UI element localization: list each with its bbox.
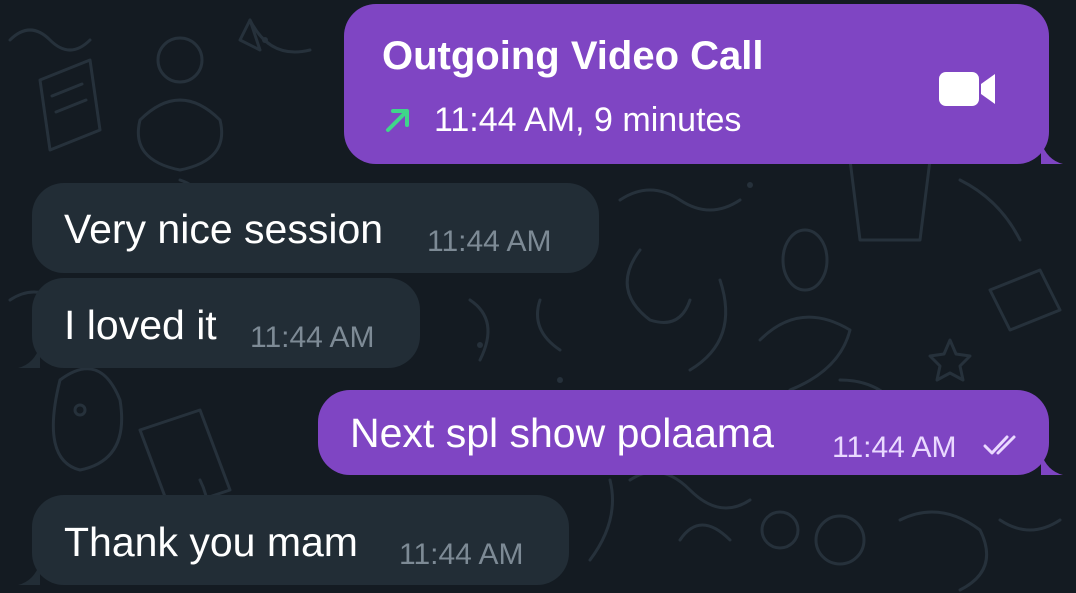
message-text: Thank you mam (64, 519, 358, 565)
call-meta: 11:44 AM, 9 minutes (434, 101, 742, 139)
bubble-tail (18, 346, 40, 368)
arrow-up-right-icon (386, 109, 409, 132)
message-text: I loved it (64, 302, 217, 348)
bubble-tail (1041, 142, 1063, 164)
video-camera-icon[interactable] (939, 70, 997, 108)
outgoing-call-bubble[interactable]: Outgoing Video Call 11:44 AM, 9 minutes (344, 4, 1063, 164)
message-time: 11:44 AM (427, 225, 552, 258)
message-text: Next spl show polaama (350, 410, 774, 456)
bubble-tail (18, 563, 40, 585)
double-check-icon (983, 435, 1016, 455)
incoming-message[interactable]: Thank you mam 11:44 AM (18, 495, 569, 585)
message-text: Very nice session (64, 206, 384, 252)
call-title: Outgoing Video Call (382, 34, 764, 78)
outgoing-message[interactable]: Next spl show polaama 11:44 AM (318, 390, 1063, 475)
incoming-message[interactable]: Very nice session 11:44 AM (32, 183, 599, 273)
message-time: 11:44 AM (250, 321, 375, 354)
bubble-tail (1041, 453, 1063, 475)
message-time: 11:44 AM (399, 538, 524, 571)
message-time: 11:44 AM (832, 431, 957, 464)
incoming-message[interactable]: I loved it 11:44 AM (18, 278, 420, 368)
